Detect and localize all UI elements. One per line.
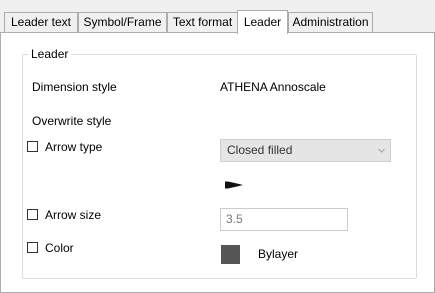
arrow-type-select[interactable]: Closed filled xyxy=(220,139,391,162)
leader-groupbox: Leader Dimension style ATHENA Annoscale … xyxy=(22,47,417,279)
group-title: Leader xyxy=(28,47,72,61)
arrow-size-label[interactable]: Arrow size xyxy=(45,207,101,223)
tab-strip: Leader text Symbol/Frame Text format Lea… xyxy=(0,0,435,34)
tab-text-format[interactable]: Text format xyxy=(167,12,238,32)
dimension-style-value: ATHENA Annoscale xyxy=(220,80,326,94)
tab-leader-text[interactable]: Leader text xyxy=(4,12,78,32)
color-swatch[interactable] xyxy=(221,245,240,264)
arrow-size-value: 3.5 xyxy=(226,212,243,226)
tab-panel: Leader Dimension style ATHENA Annoscale … xyxy=(0,32,435,293)
tab-leader[interactable]: Leader xyxy=(237,10,288,34)
arrow-size-checkbox[interactable] xyxy=(27,209,38,220)
color-value: Bylayer xyxy=(258,247,299,261)
tab-symbol-frame[interactable]: Symbol/Frame xyxy=(78,12,167,32)
chevron-down-icon xyxy=(378,148,385,153)
dimension-style-label: Dimension style xyxy=(32,80,117,94)
arrow-type-value: Closed filled xyxy=(227,143,293,157)
color-checkbox[interactable] xyxy=(27,242,38,253)
color-label[interactable]: Color xyxy=(45,240,74,256)
arrow-type-checkbox[interactable] xyxy=(27,141,38,152)
closed-filled-arrow-icon xyxy=(225,181,243,189)
arrow-size-input[interactable]: 3.5 xyxy=(220,208,348,231)
arrow-type-label[interactable]: Arrow type xyxy=(45,139,102,155)
tab-administration[interactable]: Administration xyxy=(288,12,373,32)
overwrite-style-label: Overwrite style xyxy=(32,114,112,128)
